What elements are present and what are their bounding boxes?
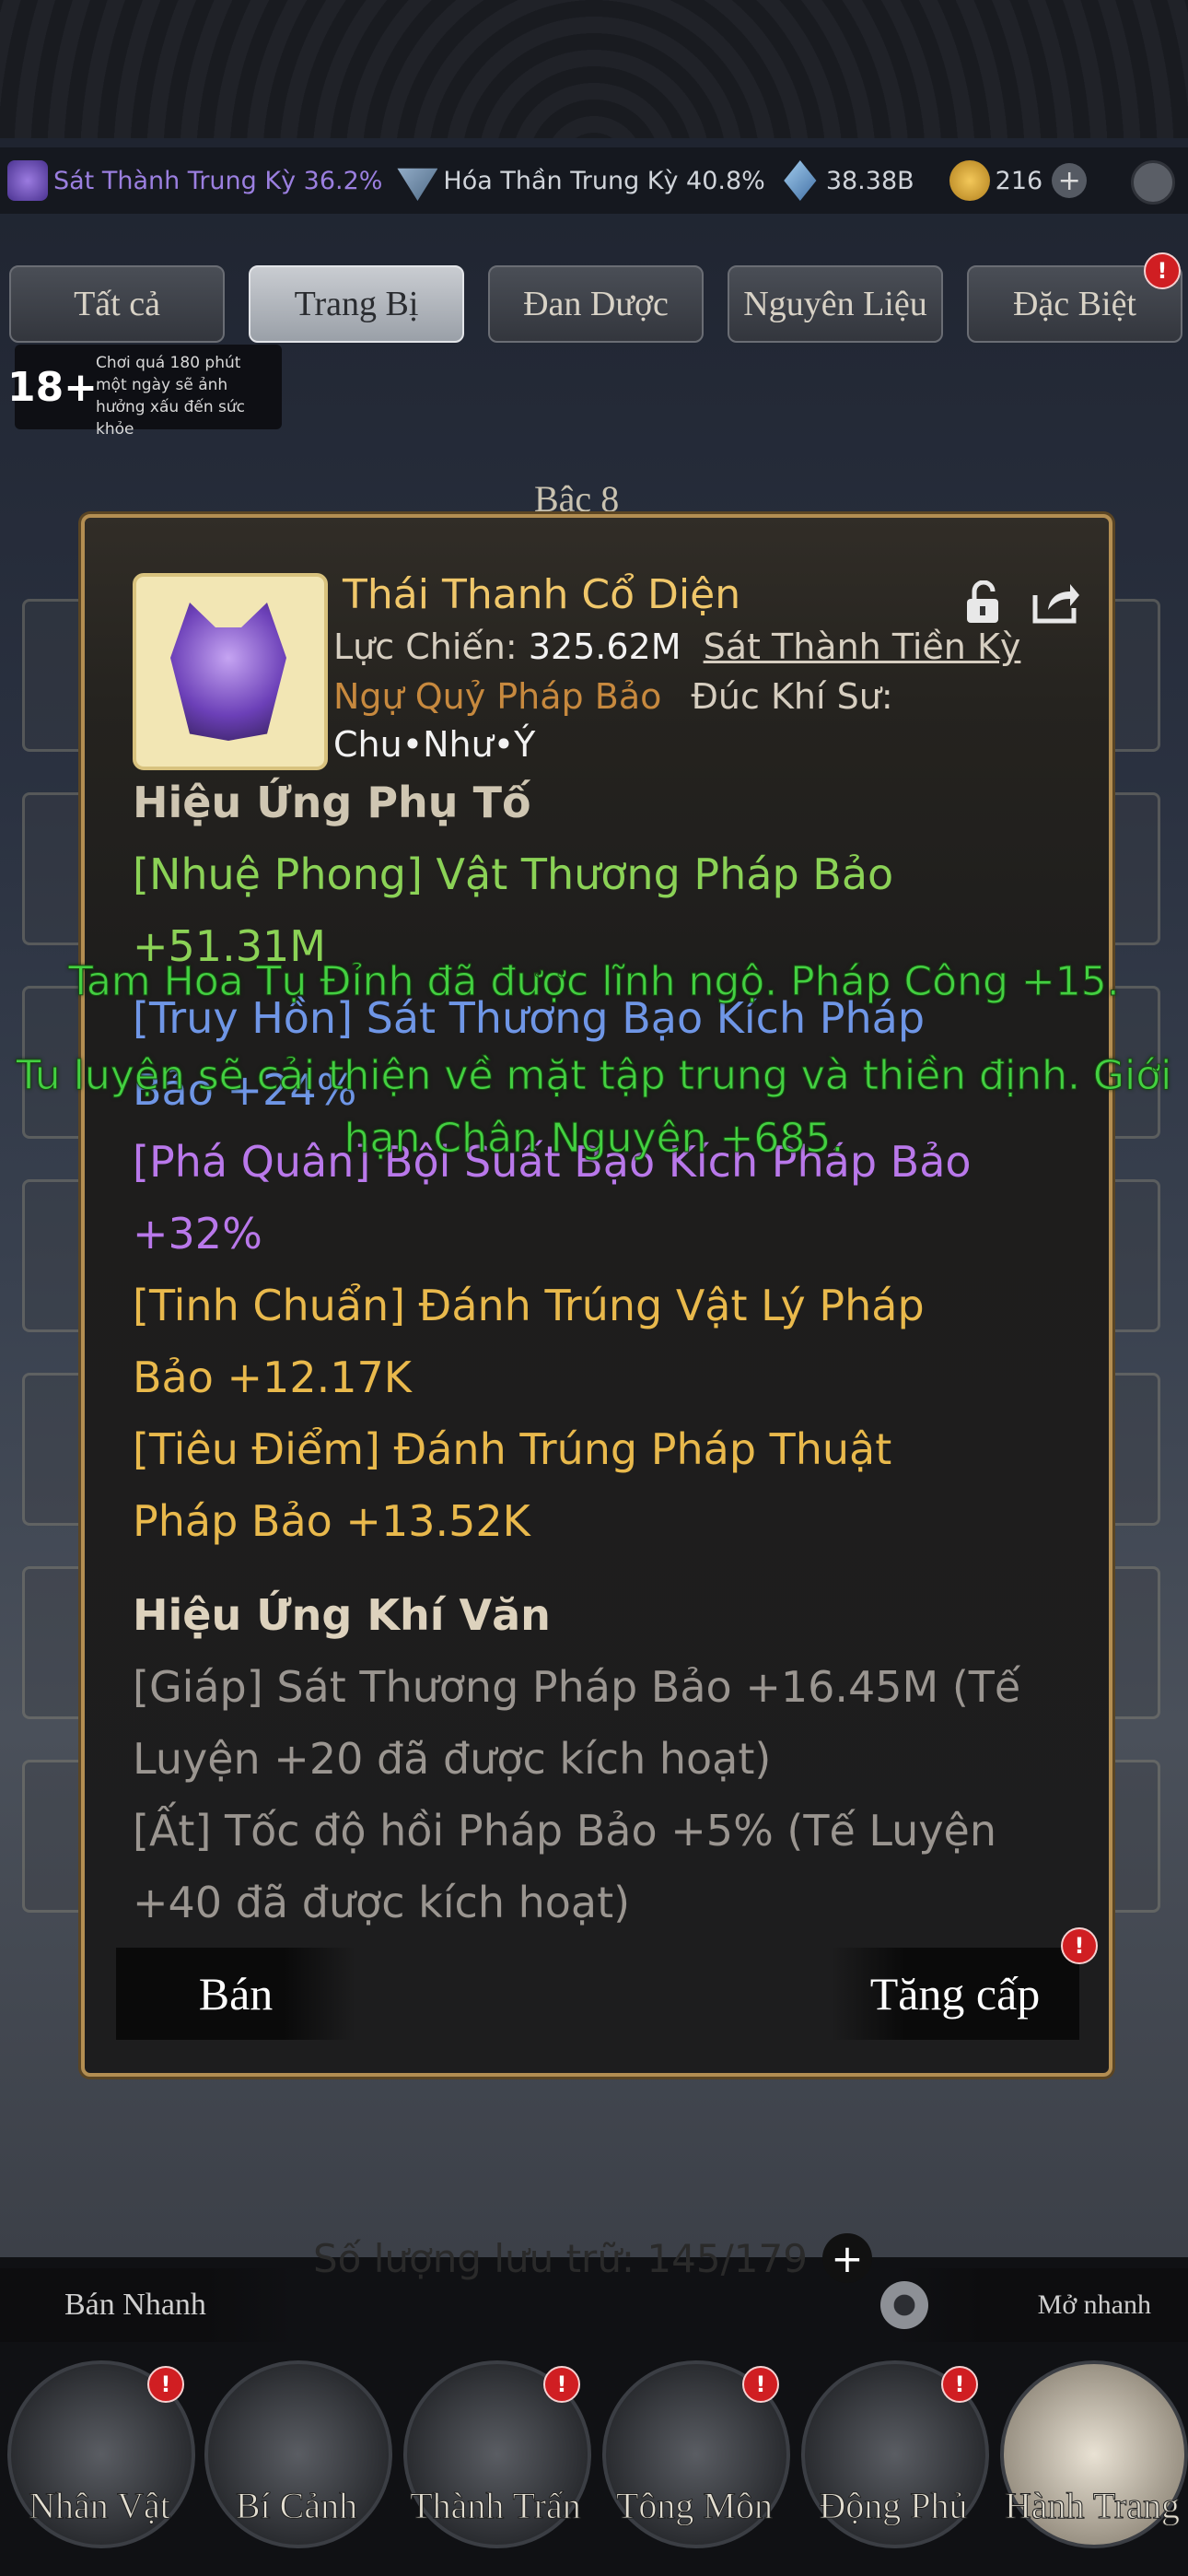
sell-button[interactable]: Bán bbox=[116, 1948, 355, 2040]
toast-line-3: hạn Chân Nguyên +685. bbox=[344, 1115, 844, 1163]
aura-line: [Ất] Tốc độ hồi Pháp Bảo +5% (Tế Luyện bbox=[133, 1806, 997, 1856]
effect-line: Pháp Bảo +13.52K bbox=[133, 1496, 530, 1546]
currency-bar: Sát Thành Trung Kỳ 36.2% Hóa Thần Trung … bbox=[0, 147, 1188, 214]
realm-1-text: Sát Thành Trung Kỳ 36.2% bbox=[53, 166, 383, 195]
nav-label: Động Phủ bbox=[819, 2485, 968, 2527]
realm-requirement: Sát Thành Tiền Kỳ bbox=[703, 626, 1021, 667]
aura-effects-title: Hiệu Ứng Khí Văn bbox=[133, 1590, 551, 1640]
forger-label: Đúc Khí Sư: bbox=[691, 676, 893, 717]
nav-alert-badge: ! bbox=[742, 2366, 779, 2403]
lock-icon[interactable] bbox=[961, 580, 1009, 625]
aura-line: [Giáp] Sát Thương Pháp Bảo +16.45M (Tế bbox=[133, 1662, 1021, 1712]
category-tabs: Tất cả Trang Bị Đan Dược Nguyên Liệu Đặc… bbox=[9, 252, 1182, 343]
nav-label: Hành Trang bbox=[1004, 2485, 1181, 2527]
realm-icon bbox=[7, 160, 48, 201]
crystal-icon bbox=[784, 160, 817, 201]
forger-name: Chu•Như•Ý bbox=[333, 724, 535, 765]
tab-all[interactable]: Tất cả bbox=[9, 265, 225, 343]
tab-special-alert-badge: ! bbox=[1144, 252, 1181, 289]
realm-2-text: Hóa Thần Trung Kỳ 40.8% bbox=[443, 166, 765, 195]
toast-line-1: Tam Hoa Tụ Đỉnh đã được lĩnh ngộ. Pháp C… bbox=[68, 958, 1121, 1006]
age-notice-text: Chơi quá 180 phút một ngày sẽ ảnh hưởng … bbox=[96, 354, 245, 439]
power-row: Lực Chiến: 325.62M Sát Thành Tiền Kỳ bbox=[333, 626, 1020, 667]
item-category: Ngự Quỷ Pháp Bảo bbox=[333, 676, 662, 717]
fan-icon bbox=[397, 168, 438, 201]
coin-icon bbox=[949, 160, 990, 201]
nav-alert-badge: ! bbox=[543, 2366, 580, 2403]
nav-alert-badge: ! bbox=[147, 2366, 184, 2403]
nav-label: Tông Môn bbox=[616, 2485, 774, 2527]
quick-sell-button[interactable]: Bán Nhanh bbox=[0, 2268, 295, 2342]
crystal-amount: 38.38B bbox=[825, 166, 914, 195]
clock-icon[interactable] bbox=[1131, 160, 1175, 205]
aura-line: +40 đã được kích hoạt) bbox=[133, 1878, 631, 1927]
category-row: Ngự Quỷ Pháp Bảo Đúc Khí Sư: bbox=[333, 676, 893, 717]
effect-line: [Tiêu Điểm] Đánh Trúng Pháp Thuật bbox=[133, 1424, 892, 1474]
age-rating-badge: 18+ bbox=[6, 363, 99, 411]
nav-sect[interactable]: Tông Môn ! bbox=[602, 2360, 790, 2554]
quick-open-button[interactable]: Mở nhanh bbox=[893, 2268, 1188, 2342]
effect-line: +32% bbox=[133, 1209, 262, 1259]
forger-name-text: Chu•Như•Ý bbox=[333, 724, 536, 765]
nav-label: Bí Cảnh bbox=[235, 2485, 358, 2527]
item-detail-modal: Thái Thanh Cổ Diện Lực Chiến: 325.62M Sá… bbox=[81, 514, 1112, 2077]
effects-scroll[interactable]: Hiệu Ứng Phụ Tố [Nhuệ Phong] Vật Thương … bbox=[133, 767, 1063, 1938]
coin-amount: 216 bbox=[995, 166, 1043, 195]
bottom-nav: Nhân Vật ! Bí Cảnh Thành Trấn ! Tông Môn… bbox=[0, 2348, 1188, 2569]
age-notice: 18+ Chơi quá 180 phút một ngày sẽ ảnh hư… bbox=[6, 345, 282, 439]
nav-label: Nhân Vật bbox=[29, 2485, 171, 2527]
nav-alert-badge: ! bbox=[941, 2366, 978, 2403]
sub-effects-title: Hiệu Ứng Phụ Tố bbox=[133, 778, 531, 827]
upgrade-alert-badge: ! bbox=[1061, 1927, 1098, 1964]
toast-line-2: Tu luyện sẽ cải thiện về mặt tập trung v… bbox=[16, 1052, 1172, 1100]
realm-status-2: Hóa Thần Trung Kỳ 40.8% bbox=[397, 160, 765, 201]
item-name: Thái Thanh Cổ Diện bbox=[343, 571, 741, 618]
power-label: Lực Chiến: bbox=[333, 626, 518, 667]
gear-icon[interactable] bbox=[880, 2281, 928, 2329]
effect-line: Bảo +12.17K bbox=[133, 1352, 412, 1402]
power-value: 325.62M bbox=[528, 626, 681, 667]
tab-pills[interactable]: Đan Dược bbox=[488, 265, 704, 343]
nav-town[interactable]: Thành Trấn ! bbox=[403, 2360, 591, 2554]
nav-cave[interactable]: Động Phủ ! bbox=[801, 2360, 989, 2554]
share-icon[interactable] bbox=[1030, 579, 1081, 626]
effect-line: [Nhuệ Phong] Vật Thương Pháp Bảo bbox=[133, 849, 894, 899]
storage-count: Số lượng lưu trữ: 145/179 + bbox=[313, 2233, 872, 2283]
add-coin-button[interactable]: + bbox=[1052, 163, 1088, 198]
expand-storage-button[interactable]: + bbox=[821, 2233, 872, 2283]
upgrade-button[interactable]: Tăng cấp bbox=[831, 1948, 1079, 2040]
top-pattern bbox=[0, 0, 1188, 138]
aura-line: Luyện +20 đã được kích hoạt) bbox=[133, 1734, 772, 1784]
effect-line: [Tinh Chuẩn] Đánh Trúng Vật Lý Pháp bbox=[133, 1281, 925, 1330]
tab-equipment[interactable]: Trang Bị bbox=[249, 265, 464, 343]
tab-materials[interactable]: Nguyên Liệu bbox=[728, 265, 943, 343]
nav-label: Thành Trấn bbox=[410, 2485, 582, 2527]
item-image bbox=[133, 573, 328, 770]
crystal-currency: 38.38B bbox=[780, 160, 914, 201]
demon-mask-icon bbox=[170, 603, 286, 741]
realm-status-1: Sát Thành Trung Kỳ 36.2% bbox=[7, 160, 382, 201]
nav-character[interactable]: Nhân Vật ! bbox=[7, 2360, 195, 2554]
nav-secret-realm[interactable]: Bí Cảnh bbox=[204, 2360, 392, 2554]
nav-inventory[interactable]: Hành Trang bbox=[1000, 2360, 1188, 2554]
coin-currency: 216 + bbox=[949, 160, 1088, 201]
storage-label: Số lượng lưu trữ: 145/179 bbox=[313, 2235, 808, 2281]
